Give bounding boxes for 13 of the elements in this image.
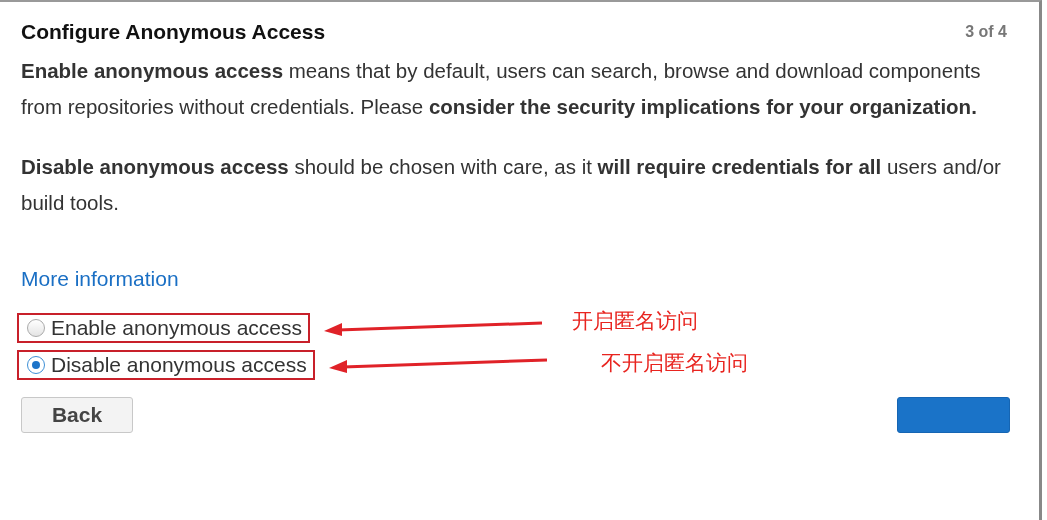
dialog-title: Configure Anonymous Access xyxy=(21,20,326,44)
step-counter: 3 of 4 xyxy=(965,23,1007,41)
radio-button[interactable] xyxy=(27,355,45,374)
radio-option[interactable]: Disable anonymous access xyxy=(17,349,315,380)
radio-button[interactable] xyxy=(27,318,45,337)
description-text: Disable anonymous access should be chosen with care, as it will require credentials for all users and/or build tools. xyxy=(21,154,1002,216)
back-button[interactable]: Back xyxy=(21,397,133,433)
description-text: Enable anonymous access means that by default, users can search, browse and download components from repositories without credentials. Please consider the security implications for your organization. xyxy=(21,58,982,120)
radio-option[interactable]: Enable anonymous access xyxy=(17,312,310,343)
next-button[interactable] xyxy=(897,397,1010,433)
annotation-text: 开启匿名访问 xyxy=(572,307,698,335)
more-information-link[interactable]: More information xyxy=(21,267,179,291)
annotation-text: 不开启匿名访问 xyxy=(600,349,748,377)
